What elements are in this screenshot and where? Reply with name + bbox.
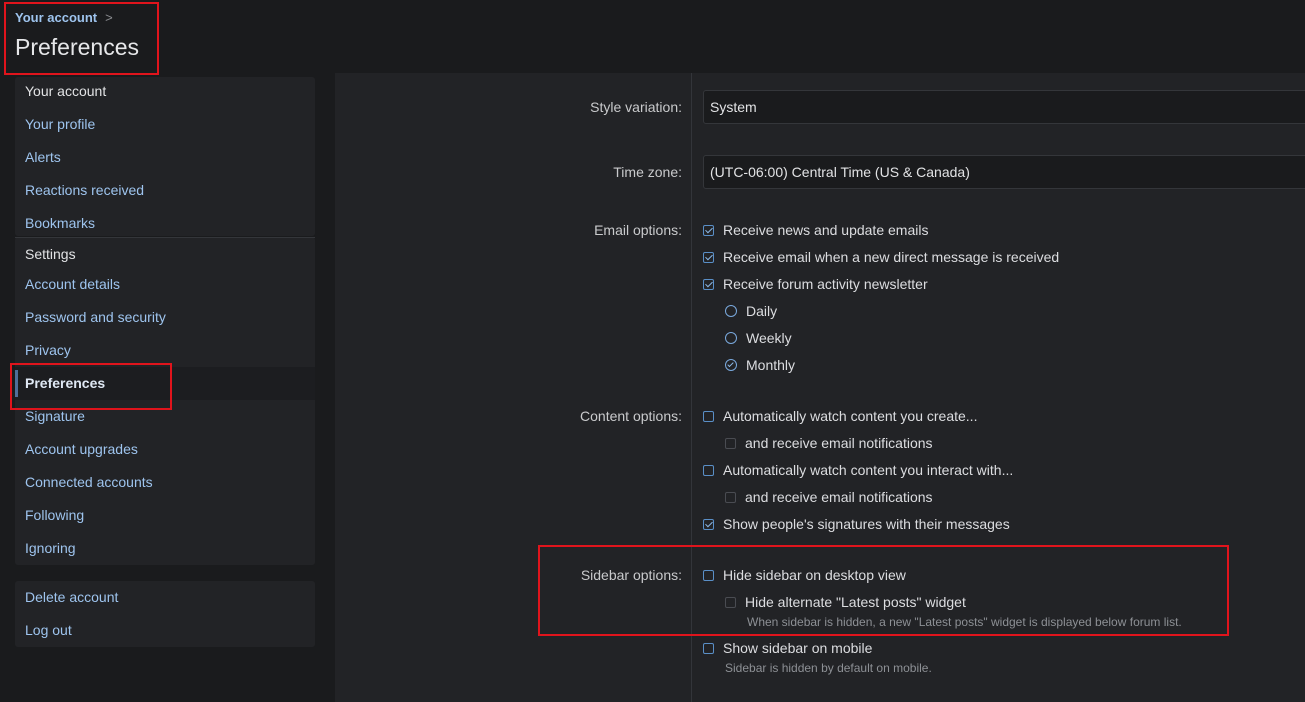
frequency-daily-text: Daily	[746, 303, 778, 319]
watch-interact-email-option[interactable]: and receive email notifications	[725, 489, 933, 505]
email-newsletter-option[interactable]: Receive forum activity newsletter	[703, 276, 928, 292]
checkbox-checked-icon[interactable]	[703, 518, 714, 530]
sidebar-item-ignoring[interactable]: Ignoring	[15, 532, 315, 565]
watch-create-option[interactable]: Automatically watch content you create..…	[703, 408, 977, 424]
sidebar-item-bookmarks[interactable]: Bookmarks	[15, 207, 315, 240]
style-variation-select[interactable]: System	[703, 90, 1305, 124]
sidebar-item-log-out[interactable]: Log out	[15, 614, 315, 647]
email-newsletter-text: Receive forum activity newsletter	[723, 276, 928, 292]
checkbox-empty-icon[interactable]	[703, 642, 714, 654]
checkbox-checked-icon[interactable]	[703, 224, 714, 236]
checkbox-empty-icon[interactable]	[703, 464, 714, 476]
sidebar-item-account-details[interactable]: Account details	[15, 268, 315, 301]
radio-empty-icon[interactable]	[725, 305, 737, 317]
sidebar-item-delete-account[interactable]: Delete account	[15, 581, 315, 614]
checkbox-checked-icon[interactable]	[703, 278, 714, 290]
watch-create-text: Automatically watch content you create..…	[723, 408, 978, 424]
watch-create-email-option[interactable]: and receive email notifications	[725, 435, 933, 451]
style-variation-label: Style variation:	[590, 99, 682, 115]
checkbox-disabled-icon[interactable]	[725, 437, 736, 449]
email-news-option[interactable]: Receive news and update emails	[703, 222, 928, 238]
checkbox-disabled-icon[interactable]	[725, 491, 736, 503]
sidebar-heading-settings: Settings	[15, 237, 315, 268]
sidebar-item-your-profile[interactable]: Your profile	[15, 108, 315, 141]
sidebar-item-following[interactable]: Following	[15, 499, 315, 532]
highlight-box-sidebar-options	[538, 545, 1229, 636]
radio-checked-icon[interactable]	[725, 359, 737, 371]
watch-interact-text: Automatically watch content you interact…	[723, 462, 1014, 478]
highlight-box-preferences	[10, 363, 172, 410]
signatures-text: Show people's signatures with their mess…	[723, 516, 1010, 532]
show-sidebar-mobile-text: Show sidebar on mobile	[723, 640, 873, 656]
time-zone-select[interactable]: (UTC-06:00) Central Time (US & Canada)	[703, 155, 1305, 189]
highlight-box-header	[4, 2, 159, 75]
sidebar-actions-group: Delete account Log out	[15, 581, 315, 647]
sidebar-account-group: Your account Your profile Alerts Reactio…	[15, 77, 315, 236]
frequency-daily-radio[interactable]: Daily	[725, 303, 777, 319]
frequency-weekly-text: Weekly	[746, 330, 792, 346]
radio-empty-icon[interactable]	[725, 332, 737, 344]
frequency-weekly-radio[interactable]: Weekly	[725, 330, 792, 346]
signatures-option[interactable]: Show people's signatures with their mess…	[703, 516, 1010, 532]
sidebar-item-account-upgrades[interactable]: Account upgrades	[15, 433, 315, 466]
email-options-label: Email options:	[594, 222, 682, 238]
sidebar-item-connected-accounts[interactable]: Connected accounts	[15, 466, 315, 499]
frequency-monthly-radio[interactable]: Monthly	[725, 357, 795, 373]
sidebar-item-alerts[interactable]: Alerts	[15, 141, 315, 174]
content-options-label: Content options:	[580, 408, 682, 424]
sidebar-item-reactions-received[interactable]: Reactions received	[15, 174, 315, 207]
watch-create-email-text: and receive email notifications	[745, 435, 933, 451]
show-sidebar-mobile-option[interactable]: Show sidebar on mobile	[703, 640, 872, 656]
time-zone-label: Time zone:	[613, 164, 682, 180]
watch-interact-email-text: and receive email notifications	[745, 489, 933, 505]
email-direct-message-option[interactable]: Receive email when a new direct message …	[703, 249, 1059, 265]
watch-interact-option[interactable]: Automatically watch content you interact…	[703, 462, 1013, 478]
email-direct-message-text: Receive email when a new direct message …	[723, 249, 1060, 265]
email-news-text: Receive news and update emails	[723, 222, 929, 238]
checkbox-empty-icon[interactable]	[703, 410, 714, 422]
frequency-monthly-text: Monthly	[746, 357, 796, 373]
sidebar-item-password-security[interactable]: Password and security	[15, 301, 315, 334]
checkbox-checked-icon[interactable]	[703, 251, 714, 263]
sidebar-heading-your-account[interactable]: Your account	[15, 77, 315, 108]
show-sidebar-mobile-hint: Sidebar is hidden by default on mobile.	[725, 661, 932, 675]
